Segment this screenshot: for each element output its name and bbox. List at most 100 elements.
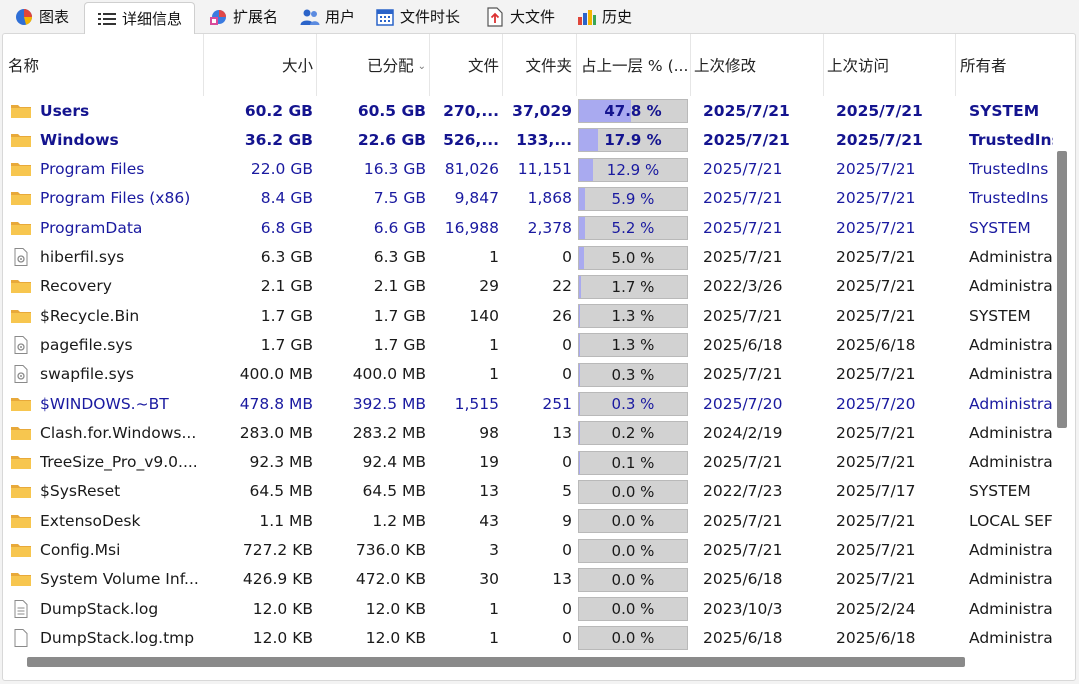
name-cell[interactable]: $SysReset bbox=[10, 477, 200, 506]
column-header-name[interactable]: 名称 bbox=[8, 34, 198, 96]
tab-extensions[interactable]: 扩展名 bbox=[196, 2, 286, 31]
column-divider[interactable] bbox=[576, 34, 577, 96]
column-header-modified[interactable]: 上次修改 bbox=[694, 34, 814, 96]
name-cell[interactable]: Users bbox=[10, 96, 200, 125]
horizontal-scrollbar-thumb[interactable] bbox=[27, 657, 965, 667]
owner-cell: SYSTEM bbox=[969, 482, 1031, 501]
tab-label: 图表 bbox=[39, 8, 70, 26]
column-header-files[interactable]: 文件 bbox=[429, 34, 499, 96]
name-cell[interactable]: $Recycle.Bin bbox=[10, 301, 200, 330]
tab-history[interactable]: 历史 bbox=[565, 2, 645, 31]
table-row[interactable]: Recovery 2.1 GB 2.1 GB 29 22 1.7 % 2022/3/26 20… bbox=[3, 272, 1075, 301]
size-cell: 283.0 MB bbox=[239, 423, 313, 442]
column-header-size[interactable]: 大小 bbox=[203, 34, 313, 96]
files-cell: 1 bbox=[489, 599, 499, 618]
percent-bar: 0.1 % bbox=[578, 450, 688, 475]
column-header-percent[interactable]: 占上一层 % (... bbox=[581, 34, 691, 96]
allocated-cell: 1.7 GB bbox=[373, 306, 426, 325]
vertical-scrollbar-thumb[interactable] bbox=[1057, 151, 1067, 428]
column-divider[interactable] bbox=[955, 34, 956, 96]
percent-bar: 1.3 % bbox=[578, 304, 688, 329]
column-header-folders[interactable]: 文件夹 bbox=[502, 34, 572, 96]
name-cell[interactable]: $WINDOWS.~BT bbox=[10, 389, 200, 418]
text-file-icon bbox=[10, 599, 40, 618]
name-cell[interactable]: ProgramData bbox=[10, 213, 200, 242]
table-row[interactable]: swapfile.sys 400.0 MB 400.0 MB 1 0 0.3 % 2025/… bbox=[3, 360, 1075, 389]
name-cell[interactable]: hiberfil.sys bbox=[10, 243, 200, 272]
percent-text: 5.9 % bbox=[611, 189, 655, 208]
table-row[interactable]: hiberfil.sys 6.3 GB 6.3 GB 1 0 5.0 % 2025/7/21… bbox=[3, 243, 1075, 272]
files-cell: 30 bbox=[479, 570, 499, 589]
table-row[interactable]: Config.Msi 727.2 KB 736.0 KB 3 0 0.0 % 2025/7/… bbox=[3, 536, 1075, 565]
column-header-label: 文件 bbox=[467, 57, 499, 75]
owner-cell: Administra bbox=[969, 599, 1053, 618]
files-cell: 3 bbox=[489, 541, 499, 559]
table-row[interactable]: Program Files 22.0 GB 16.3 GB 81,026 11,151 1… bbox=[3, 155, 1075, 184]
files-cell: 1,515 bbox=[454, 394, 499, 413]
item-name: Recovery bbox=[40, 277, 112, 296]
allocated-cell: 392.5 MB bbox=[352, 394, 426, 413]
name-cell[interactable]: Program Files bbox=[10, 155, 200, 184]
item-name: Program Files (x86) bbox=[40, 189, 191, 208]
table-row[interactable]: Windows 36.2 GB 22.6 GB 526,... 133,... 17.9 … bbox=[3, 125, 1075, 154]
folders-cell: 13 bbox=[552, 423, 572, 442]
column-divider[interactable] bbox=[823, 34, 824, 96]
name-cell[interactable]: Config.Msi bbox=[10, 536, 200, 565]
name-cell[interactable]: pagefile.sys bbox=[10, 330, 200, 359]
column-divider[interactable] bbox=[690, 34, 691, 96]
tab-large-files[interactable]: 大文件 bbox=[473, 2, 567, 31]
table-row[interactable]: $Recycle.Bin 1.7 GB 1.7 GB 140 26 1.3 % 2025/7… bbox=[3, 301, 1075, 330]
name-cell[interactable]: TreeSize_Pro_v9.0.... bbox=[10, 448, 200, 477]
name-cell[interactable]: Program Files (x86) bbox=[10, 184, 200, 213]
name-cell[interactable]: Windows bbox=[10, 125, 200, 154]
table-row[interactable]: $SysReset 64.5 MB 64.5 MB 13 5 0.0 % 2022/7/23… bbox=[3, 477, 1075, 506]
percent-text: 0.0 % bbox=[611, 482, 655, 501]
folder-icon bbox=[10, 482, 40, 500]
owner-cell: Administra bbox=[969, 570, 1053, 589]
folders-cell: 0 bbox=[562, 453, 572, 472]
files-cell: 9,847 bbox=[454, 189, 499, 208]
column-header-owner[interactable]: 所有者 bbox=[960, 34, 1060, 96]
table-row[interactable]: Users 60.2 GB 60.5 GB 270,... 37,029 47.8 % 20… bbox=[3, 96, 1075, 125]
allocated-cell: 736.0 KB bbox=[355, 541, 426, 559]
tab-label: 历史 bbox=[602, 8, 633, 26]
percent-text: 0.2 % bbox=[611, 424, 655, 443]
size-cell: 478.8 MB bbox=[239, 394, 313, 413]
table-row[interactable]: DumpStack.log.tmp 12.0 KB 12.0 KB 1 0 0.0 % 20… bbox=[3, 623, 1075, 652]
table-row[interactable]: System Volume Inf... 426.9 KB 472.0 KB 30 13… bbox=[3, 565, 1075, 594]
column-header-accessed[interactable]: 上次访问 bbox=[827, 34, 947, 96]
name-cell[interactable]: ExtensoDesk bbox=[10, 506, 200, 535]
tab-users[interactable]: 用户 bbox=[288, 2, 364, 31]
folders-cell: 0 bbox=[562, 248, 572, 266]
table-row[interactable]: Program Files (x86) 8.4 GB 7.5 GB 9,847 1,86… bbox=[3, 184, 1075, 213]
tab-details[interactable]: 详细信息 bbox=[84, 2, 195, 34]
owner-cell: Administra bbox=[969, 453, 1053, 472]
column-header-label: 上次修改 bbox=[694, 57, 757, 75]
large-file-icon bbox=[485, 6, 505, 27]
table-row[interactable]: DumpStack.log 12.0 KB 12.0 KB 1 0 0.0 % 2023/1… bbox=[3, 594, 1075, 623]
size-cell: 36.2 GB bbox=[244, 130, 313, 149]
table-row[interactable]: pagefile.sys 1.7 GB 1.7 GB 1 0 1.3 % 2025/6/18… bbox=[3, 330, 1075, 359]
column-header-allocated[interactable]: 已分配 ⌄ bbox=[316, 34, 426, 96]
name-cell[interactable]: swapfile.sys bbox=[10, 360, 200, 389]
name-cell[interactable]: Clash.for.Windows... bbox=[10, 418, 200, 447]
item-name: DumpStack.log.tmp bbox=[40, 628, 195, 647]
table-row[interactable]: TreeSize_Pro_v9.0.... 92.3 MB 92.4 MB 19 0 0.… bbox=[3, 448, 1075, 477]
table-row[interactable]: ProgramData 6.8 GB 6.6 GB 16,988 2,378 5.2 % 2… bbox=[3, 213, 1075, 242]
table-row[interactable]: Clash.for.Windows... 283.0 MB 283.2 MB 98 13… bbox=[3, 418, 1075, 447]
files-cell: 1 bbox=[489, 335, 499, 354]
name-cell[interactable]: DumpStack.log.tmp bbox=[10, 623, 200, 652]
name-cell[interactable]: DumpStack.log bbox=[10, 594, 200, 623]
files-cell: 98 bbox=[479, 423, 499, 442]
modified-cell: 2025/7/21 bbox=[703, 541, 783, 559]
table-row[interactable]: ExtensoDesk 1.1 MB 1.2 MB 43 9 0.0 % 2025/7/21… bbox=[3, 506, 1075, 535]
folder-icon bbox=[10, 189, 40, 207]
tab-file-age[interactable]: 文件时长 bbox=[363, 2, 473, 31]
name-cell[interactable]: System Volume Inf... bbox=[10, 565, 200, 594]
folder-icon bbox=[10, 424, 40, 442]
modified-cell: 2025/6/18 bbox=[703, 628, 783, 647]
table-row[interactable]: $WINDOWS.~BT 478.8 MB 392.5 MB 1,515 251 0.3 … bbox=[3, 389, 1075, 418]
pie-chart-icon bbox=[14, 7, 34, 27]
name-cell[interactable]: Recovery bbox=[10, 272, 200, 301]
tab-chart[interactable]: 图表 bbox=[2, 2, 80, 31]
